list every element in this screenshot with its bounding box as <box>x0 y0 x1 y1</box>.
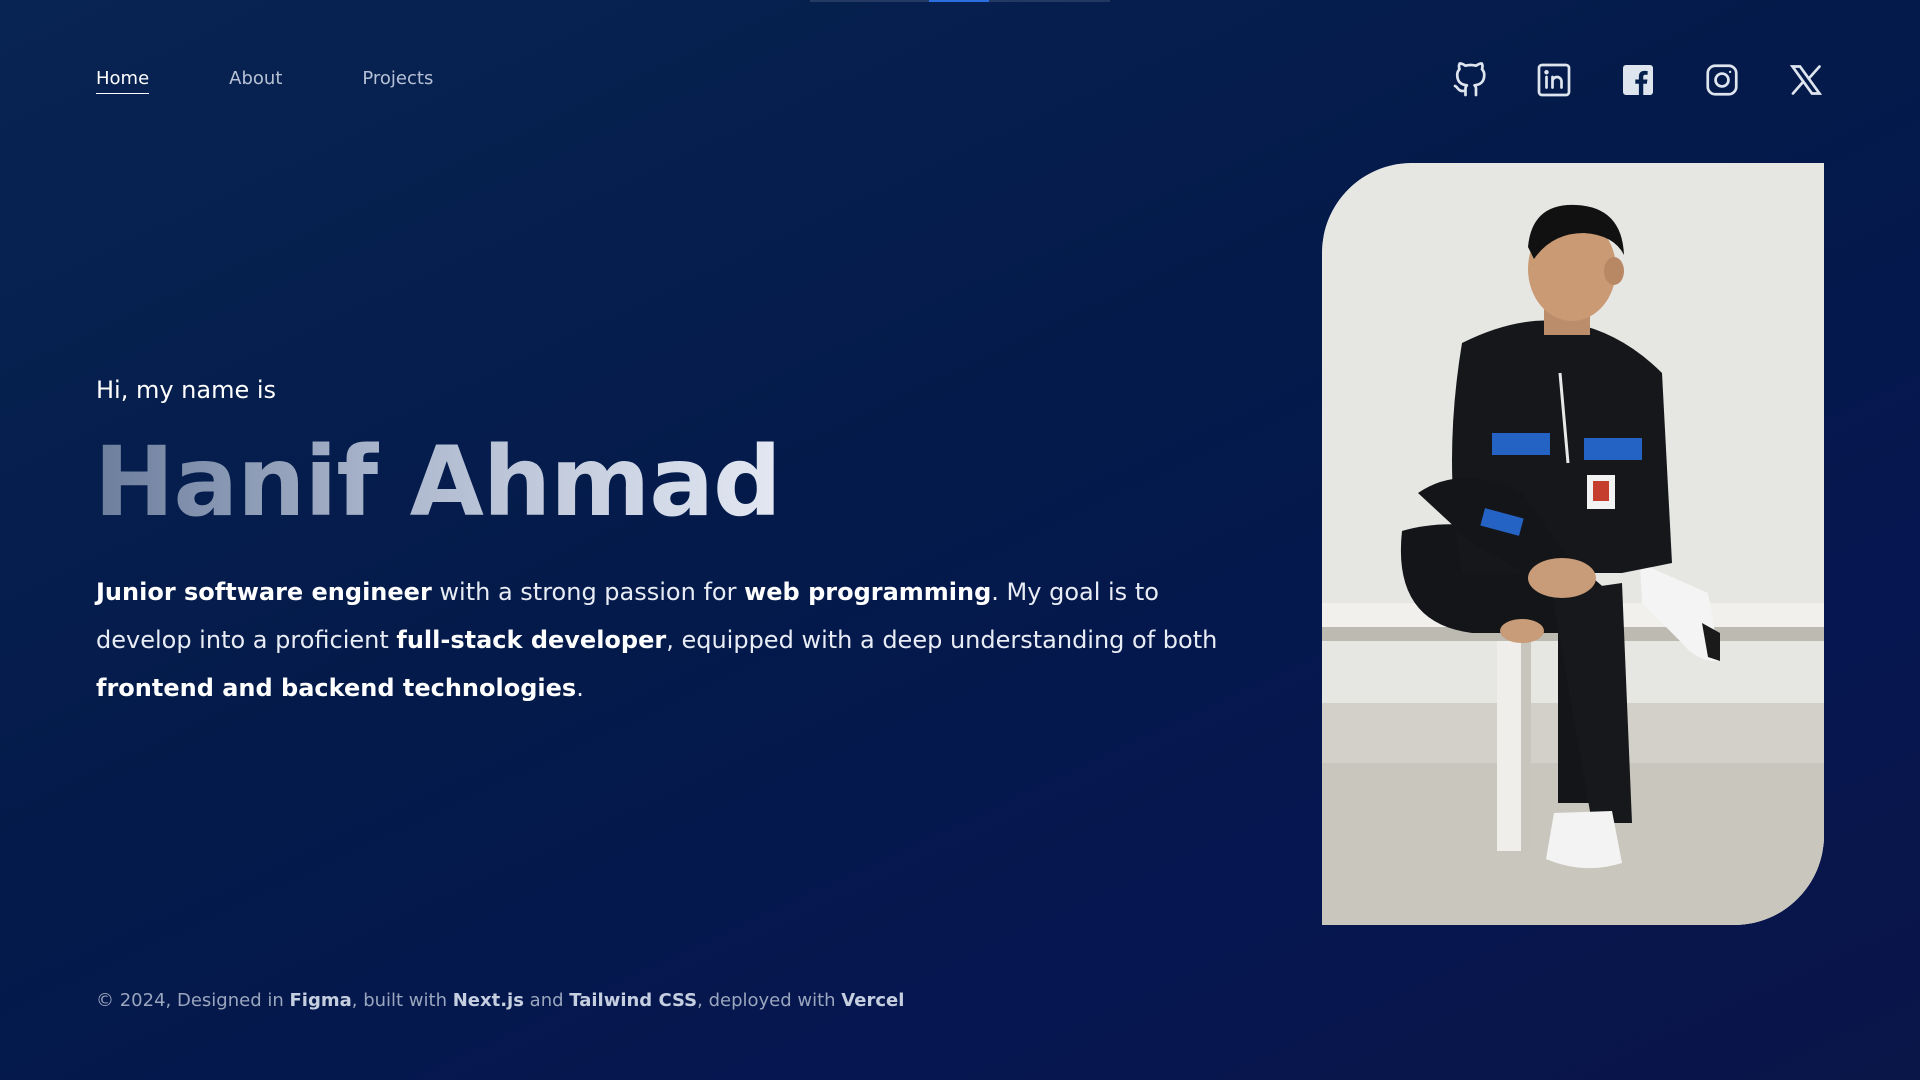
x-link[interactable] <box>1788 62 1824 98</box>
footer-text: © 2024, Designed in <box>96 990 290 1011</box>
footer-tailwind: Tailwind CSS <box>569 990 698 1011</box>
nav-projects-link[interactable]: Projects <box>362 68 433 94</box>
bio-text: with a strong passion for <box>431 578 745 606</box>
linkedin-link[interactable] <box>1536 62 1572 98</box>
profile-photo-illustration <box>1322 163 1824 925</box>
nav-about-link[interactable]: About <box>229 68 282 94</box>
x-twitter-icon <box>1789 65 1823 95</box>
profile-photo <box>1322 163 1824 925</box>
hero-name: Hanif Ahmad <box>94 426 782 538</box>
bio-role: Junior software engineer <box>96 578 432 606</box>
bio-goal: full-stack developer <box>396 626 667 654</box>
intro-text: Hi, my name is <box>96 376 277 404</box>
hero-bio: Junior software engineer with a strong p… <box>96 568 1236 712</box>
top-progress-indicator <box>810 0 1110 2</box>
footer-text: , deployed with <box>697 990 842 1011</box>
top-progress-active-segment <box>929 0 989 2</box>
footer-text: and <box>523 990 570 1011</box>
instagram-icon <box>1706 64 1738 96</box>
github-icon <box>1453 62 1486 97</box>
instagram-link[interactable] <box>1704 62 1740 98</box>
facebook-icon <box>1623 65 1653 95</box>
footer-text: , built with <box>351 990 453 1011</box>
main-nav: Home About Projects <box>96 68 513 94</box>
footer-nextjs: Next.js <box>452 990 524 1011</box>
bio-focus: web programming <box>744 578 992 606</box>
bio-text: . <box>576 674 584 702</box>
bio-skills: frontend and backend technologies <box>96 674 577 702</box>
footer-figma: Figma <box>289 990 352 1011</box>
social-links <box>1452 62 1824 98</box>
footer-vercel: Vercel <box>841 990 905 1011</box>
linkedin-icon <box>1537 63 1571 97</box>
bio-text: , equipped with a deep understanding of … <box>666 626 1218 654</box>
github-link[interactable] <box>1452 62 1488 98</box>
footer-credits: © 2024, Designed in Figma, built with Ne… <box>96 990 904 1011</box>
nav-home-link[interactable]: Home <box>96 68 150 94</box>
facebook-link[interactable] <box>1620 62 1656 98</box>
